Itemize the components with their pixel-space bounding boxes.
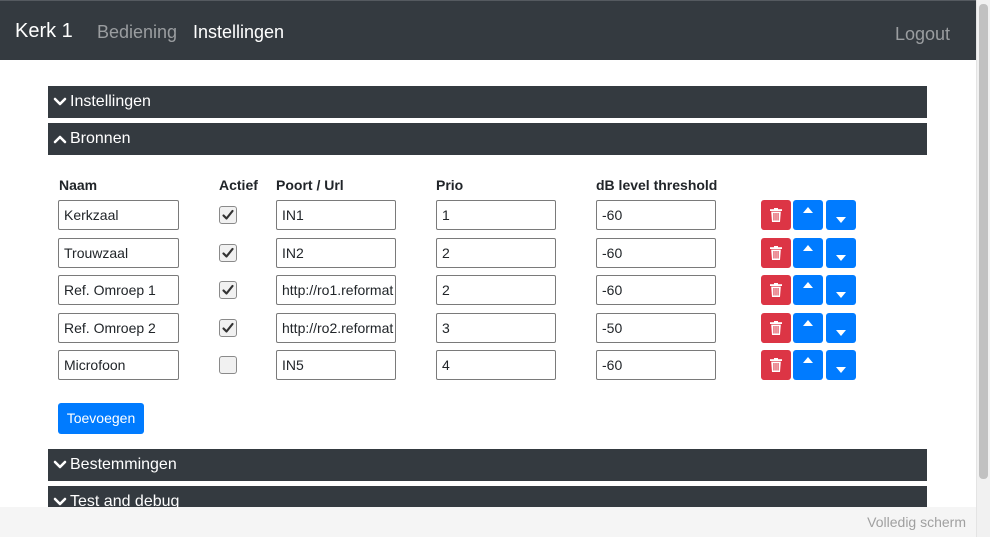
move-up-button[interactable] <box>793 238 823 268</box>
chevron-down-icon <box>53 460 67 469</box>
scrollbar-thumb[interactable] <box>979 4 988 479</box>
port-url-input[interactable]: IN5 <box>276 350 396 380</box>
active-checkbox[interactable] <box>219 356 237 374</box>
section-title: Instellingen <box>70 93 151 110</box>
section-bronnen[interactable]: Bronnen <box>48 123 927 155</box>
caret-down-icon <box>836 255 846 261</box>
caret-up-icon <box>803 282 813 288</box>
move-down-button[interactable] <box>826 275 856 305</box>
section-title: Bronnen <box>70 130 131 147</box>
move-down-button[interactable] <box>826 238 856 268</box>
scrollbar[interactable] <box>976 0 990 537</box>
priority-input[interactable]: 3 <box>436 313 556 343</box>
section-bestemmingen[interactable]: Bestemmingen <box>48 449 927 481</box>
active-checkbox[interactable] <box>219 206 237 224</box>
checkmark-icon <box>222 322 234 333</box>
caret-down-icon <box>836 217 846 223</box>
delete-button[interactable] <box>761 350 791 380</box>
checkmark-icon <box>222 284 234 295</box>
priority-input[interactable]: 4 <box>436 350 556 380</box>
priority-input[interactable]: 1 <box>436 200 556 230</box>
delete-button[interactable] <box>761 275 791 305</box>
priority-input[interactable]: 2 <box>436 275 556 305</box>
trash-icon <box>770 246 782 260</box>
column-header-prio: Prio <box>436 177 464 193</box>
add-source-button[interactable]: Toevoegen <box>58 403 144 434</box>
move-up-button[interactable] <box>793 313 823 343</box>
caret-down-icon <box>836 292 846 298</box>
port-url-input[interactable]: IN2 <box>276 238 396 268</box>
port-url-input[interactable]: http://ro1.reformat <box>276 275 396 305</box>
db-threshold-input[interactable]: -60 <box>596 238 716 268</box>
name-input[interactable]: Trouwzaal <box>58 238 179 268</box>
trash-icon <box>770 321 782 335</box>
nav-link-instellingen[interactable]: Instellingen <box>193 22 284 43</box>
name-input[interactable]: Microfoon <box>58 350 179 380</box>
chevron-up-icon <box>53 135 67 144</box>
move-down-button[interactable] <box>826 350 856 380</box>
move-down-button[interactable] <box>826 200 856 230</box>
active-checkbox[interactable] <box>219 281 237 299</box>
footer: Volledig scherm <box>0 507 976 537</box>
column-header-naam: Naam <box>59 177 98 193</box>
trash-icon <box>770 358 782 372</box>
checkmark-icon <box>222 209 234 220</box>
nav-link-bediening[interactable]: Bediening <box>97 22 177 43</box>
trash-icon <box>770 208 782 222</box>
caret-down-icon <box>836 330 846 336</box>
move-down-button[interactable] <box>826 313 856 343</box>
active-checkbox[interactable] <box>219 244 237 262</box>
port-url-input[interactable]: IN1 <box>276 200 396 230</box>
caret-up-icon <box>803 245 813 251</box>
active-checkbox[interactable] <box>219 319 237 337</box>
delete-button[interactable] <box>761 313 791 343</box>
name-input[interactable]: Kerkzaal <box>58 200 179 230</box>
priority-input[interactable]: 2 <box>436 238 556 268</box>
db-threshold-input[interactable]: -60 <box>596 200 716 230</box>
checkmark-icon <box>222 247 234 258</box>
column-header-actief: Actief <box>219 177 258 193</box>
move-up-button[interactable] <box>793 275 823 305</box>
navbar: Kerk 1 Bediening Instellingen Logout <box>0 0 976 60</box>
section-instellingen[interactable]: Instellingen <box>48 86 927 118</box>
fullscreen-link[interactable]: Volledig scherm <box>867 514 966 530</box>
name-input[interactable]: Ref. Omroep 2 <box>58 313 179 343</box>
move-up-button[interactable] <box>793 350 823 380</box>
db-threshold-input[interactable]: -50 <box>596 313 716 343</box>
caret-up-icon <box>803 207 813 213</box>
port-url-input[interactable]: http://ro2.reformat <box>276 313 396 343</box>
db-threshold-input[interactable]: -60 <box>596 275 716 305</box>
name-input[interactable]: Ref. Omroep 1 <box>58 275 179 305</box>
delete-button[interactable] <box>761 200 791 230</box>
db-threshold-input[interactable]: -60 <box>596 350 716 380</box>
logout-link[interactable]: Logout <box>895 24 950 45</box>
move-up-button[interactable] <box>793 200 823 230</box>
caret-up-icon <box>803 320 813 326</box>
caret-up-icon <box>803 357 813 363</box>
column-header-db-threshold: dB level threshold <box>596 177 718 193</box>
chevron-down-icon <box>53 97 67 106</box>
column-header-poort: Poort / Url <box>276 177 344 193</box>
delete-button[interactable] <box>761 238 791 268</box>
caret-down-icon <box>836 367 846 373</box>
trash-icon <box>770 283 782 297</box>
brand[interactable]: Kerk 1 <box>15 20 73 43</box>
section-title: Bestemmingen <box>70 456 177 473</box>
